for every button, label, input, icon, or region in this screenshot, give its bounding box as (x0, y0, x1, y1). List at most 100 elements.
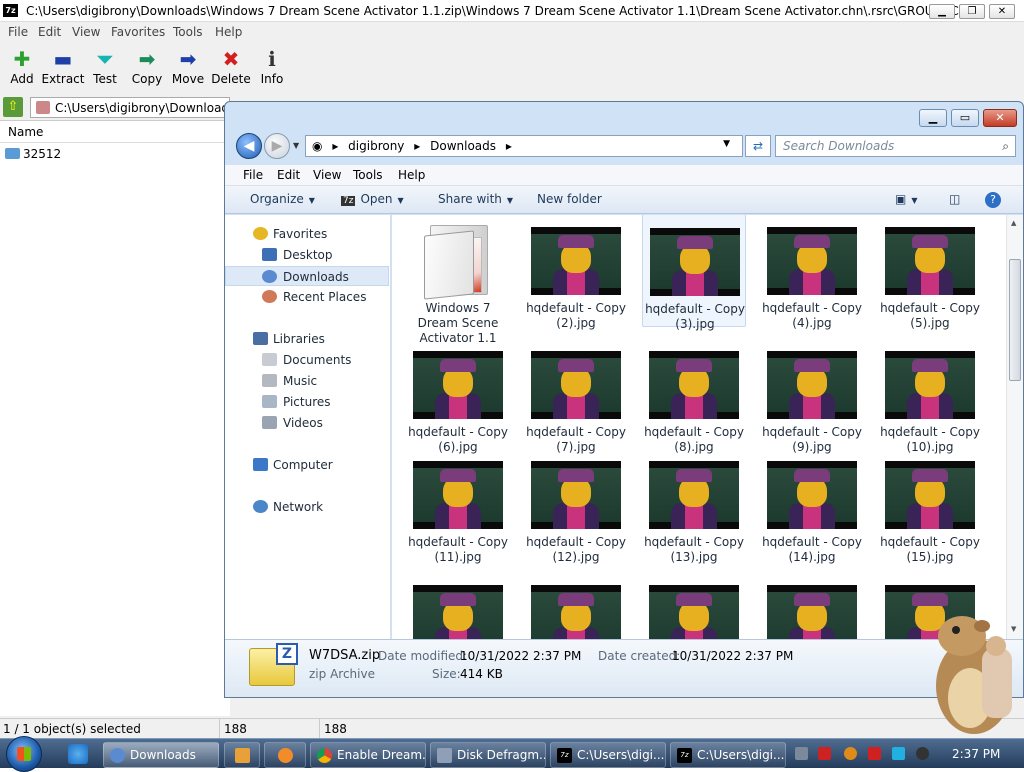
nav-music[interactable]: Music (225, 371, 389, 391)
nav-videos[interactable]: Videos (225, 413, 389, 433)
network-tray-icon[interactable] (892, 747, 905, 760)
new-folder-button[interactable]: New folder (537, 192, 602, 206)
tray-search-icon[interactable] (844, 747, 857, 760)
taskbar-item-7zip-2[interactable]: 7z C:\Users\digi... (670, 742, 786, 768)
image-tile[interactable]: hqdefault - Copy (10).jpg (878, 327, 982, 454)
menu-favorites[interactable]: Favorites (111, 25, 165, 39)
menu-file[interactable]: File (8, 25, 28, 39)
file-view-scrollbar[interactable]: ▲ ▼ (1006, 215, 1023, 639)
image-tile[interactable]: hqdefault - Copy (9).jpg (760, 327, 864, 454)
7zip-icon: 7z (557, 748, 572, 763)
image-tile[interactable]: hqdefault - Copy (4).jpg (760, 215, 864, 330)
taskbar-item-7zip-1[interactable]: 7z C:\Users\digi... (550, 742, 666, 768)
toolbar-copy-button[interactable]: ➡ Copy (125, 46, 169, 90)
maximize-button[interactable]: ❐ (959, 4, 985, 19)
list-item[interactable]: 32512 (5, 147, 61, 161)
system-clock[interactable]: 2:37 PM (952, 747, 1000, 761)
column-header-name[interactable]: Name (0, 121, 230, 143)
explorer-minimize-button[interactable]: ▁ (919, 109, 947, 127)
image-tile[interactable] (642, 561, 746, 639)
toolbar-extract-button[interactable]: ▬ Extract (41, 46, 85, 90)
nav-documents[interactable]: Documents (225, 350, 389, 370)
taskbar-item-app[interactable] (264, 742, 306, 768)
image-tile[interactable] (406, 561, 510, 639)
action-center-flag-icon[interactable] (868, 747, 881, 760)
address-dropdown-icon[interactable]: ▼ (723, 139, 730, 149)
explorer-close-button[interactable]: ✕ (983, 109, 1017, 127)
image-tile[interactable]: hqdefault - Copy (11).jpg (406, 437, 510, 564)
minimize-button[interactable]: ▁ (929, 4, 955, 19)
search-input[interactable]: Search Downloads ⌕ (775, 135, 1016, 157)
toolbar-move-button[interactable]: ➡ Move (166, 46, 210, 90)
scrollbar-thumb[interactable] (1009, 259, 1021, 381)
image-tile[interactable]: hqdefault - Copy (8).jpg (642, 327, 746, 454)
folder-tile[interactable]: Windows 7 Dream Scene Activator 1.1 (406, 215, 510, 345)
recent-pages-icon[interactable]: ▼ (293, 141, 299, 150)
nav-computer[interactable]: Computer (225, 455, 389, 475)
menu-help[interactable]: Help (215, 25, 242, 39)
nav-desktop[interactable]: Desktop (225, 245, 389, 265)
image-tile[interactable]: hqdefault - Copy (14).jpg (760, 437, 864, 564)
help-icon[interactable]: ? (985, 192, 1001, 208)
image-tile[interactable]: hqdefault - Copy (12).jpg (524, 437, 628, 564)
internet-explorer-icon[interactable] (68, 744, 88, 764)
open-button[interactable]: 7z Open ▼ (341, 192, 404, 206)
refresh-button[interactable]: ⇄ (745, 135, 771, 157)
tray-v-icon[interactable] (818, 747, 831, 760)
nav-network[interactable]: Network (225, 497, 389, 517)
image-tile[interactable]: hqdefault - Copy (6).jpg (406, 327, 510, 454)
image-tile[interactable] (524, 561, 628, 639)
toolbar-button-label: Add (10, 72, 34, 86)
explorer-maximize-button[interactable]: ▭ (951, 109, 979, 127)
taskbar-item-downloads[interactable]: Downloads (103, 742, 219, 768)
explorer-menu-file[interactable]: File (243, 168, 263, 182)
toolbar-add-button[interactable]: ✚ Add (0, 46, 44, 90)
nav-pictures[interactable]: Pictures (225, 392, 389, 412)
documents-icon (262, 353, 277, 366)
taskbar-item-media[interactable] (224, 742, 260, 768)
nav-recent-places[interactable]: Recent Places (225, 287, 389, 307)
image-tile[interactable]: hqdefault - Copy (5).jpg (878, 215, 982, 330)
breadcrumb-item[interactable]: digibrony (348, 139, 404, 153)
image-tile[interactable] (760, 561, 864, 639)
7zip-address-input[interactable]: C:\Users\digibrony\Downloads\ (30, 97, 230, 118)
music-icon (262, 374, 277, 387)
image-thumbnail (531, 585, 621, 639)
image-tile[interactable]: hqdefault - Copy (3).jpg (642, 215, 746, 331)
back-button[interactable]: ◀ (236, 133, 262, 159)
nav-libraries[interactable]: Libraries (225, 329, 389, 349)
breadcrumb-item[interactable]: Downloads (430, 139, 496, 153)
close-button[interactable]: ✕ (989, 4, 1015, 19)
menu-tools[interactable]: Tools (173, 25, 203, 39)
change-view-button[interactable]: ▣ ▼ (895, 192, 918, 206)
preview-pane-button[interactable]: ◫ (949, 192, 960, 206)
share-with-button[interactable]: Share with ▼ (438, 192, 513, 206)
volume-icon[interactable] (916, 747, 929, 760)
taskbar-item-chrome[interactable]: Enable Dream... (310, 742, 426, 768)
toolbar-test-button[interactable]: ⏷ Test (83, 46, 127, 90)
forward-button[interactable]: ▶ (264, 133, 290, 159)
explorer-menu-view[interactable]: View (313, 168, 341, 182)
explorer-menu-edit[interactable]: Edit (277, 168, 300, 182)
explorer-menu-bar: File Edit View Tools Help (225, 164, 1023, 186)
organize-button[interactable]: Organize ▼ (250, 192, 315, 206)
tray-app-icon[interactable] (795, 747, 808, 760)
image-tile[interactable]: hqdefault - Copy (13).jpg (642, 437, 746, 564)
address-bar[interactable]: ◉ ▸ digibrony ▸ Downloads ▸ ▼ (305, 135, 743, 157)
details-created: 10/31/2022 2:37 PM (672, 649, 794, 663)
image-tile[interactable]: hqdefault - Copy (15).jpg (878, 437, 982, 564)
nav-favorites[interactable]: Favorites (225, 224, 389, 244)
taskbar-item-defrag[interactable]: Disk Defragm... (430, 742, 546, 768)
nav-downloads[interactable]: Downloads (225, 266, 389, 286)
image-tile[interactable]: hqdefault - Copy (2).jpg (524, 215, 628, 330)
scroll-up-icon[interactable]: ▲ (1011, 219, 1016, 227)
up-folder-icon[interactable]: ⇧ (3, 97, 23, 117)
menu-edit[interactable]: Edit (38, 25, 61, 39)
menu-view[interactable]: View (72, 25, 100, 39)
explorer-menu-help[interactable]: Help (398, 168, 425, 182)
toolbar-info-button[interactable]: ℹ Info (250, 46, 294, 90)
explorer-menu-tools[interactable]: Tools (353, 168, 383, 182)
toolbar-delete-button[interactable]: ✖ Delete (209, 46, 253, 90)
image-tile[interactable]: hqdefault - Copy (7).jpg (524, 327, 628, 454)
start-button[interactable] (6, 736, 42, 772)
